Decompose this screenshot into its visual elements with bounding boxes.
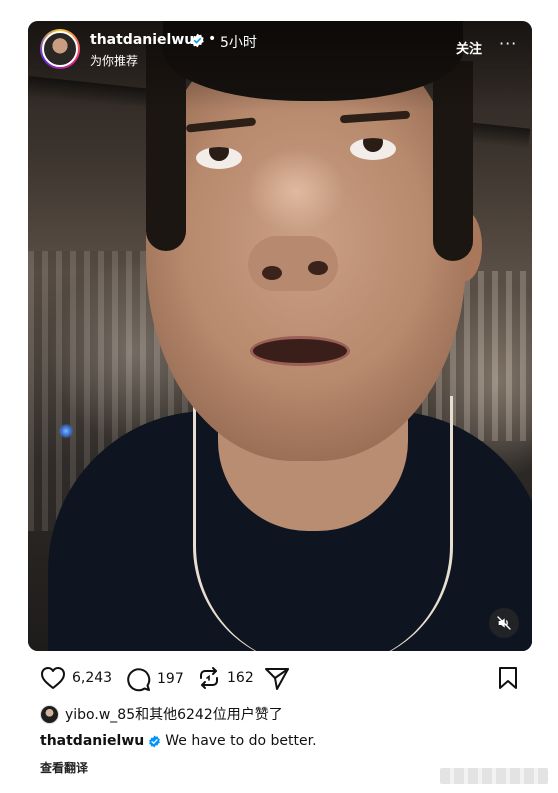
- subject-mouth: [250, 336, 350, 366]
- mute-toggle-button[interactable]: [489, 608, 519, 638]
- more-options-icon[interactable]: ···: [499, 34, 517, 53]
- share-button[interactable]: [264, 666, 290, 692]
- caption-text: We have to do better.: [165, 733, 317, 749]
- profile-avatar-image: [42, 31, 78, 67]
- subject-eye-right: [350, 138, 396, 160]
- author-avatar[interactable]: [40, 29, 80, 69]
- see-translation-link[interactable]: 查看翻译: [40, 759, 88, 776]
- background-blue-light: [59, 424, 73, 438]
- subject-nostril-right: [308, 261, 328, 275]
- comment-button[interactable]: 197: [125, 666, 184, 692]
- save-button[interactable]: [497, 666, 519, 690]
- post-caption: thatdanielwu We have to do better.: [40, 733, 317, 749]
- likes-text: yibo.w_85和其他6242位用户赞了: [65, 704, 283, 724]
- repost-button[interactable]: 162: [197, 666, 254, 690]
- comment-count: 197: [157, 671, 184, 687]
- post-actions-bar: 6,243 197 162: [40, 666, 520, 692]
- watermark: [440, 768, 548, 784]
- verified-badge-icon: [191, 33, 204, 48]
- send-icon: [265, 668, 289, 690]
- likes-summary: yibo.w_85和其他6242位用户赞了: [40, 704, 283, 724]
- post-timestamp[interactable]: 5小时: [220, 32, 257, 52]
- repost-count: 162: [227, 670, 254, 686]
- author-username[interactable]: thatdanielwu: [90, 32, 194, 48]
- like-count: 6,243: [72, 670, 113, 686]
- meta-separator: •: [208, 31, 217, 47]
- repost-icon: [200, 667, 218, 689]
- speaker-muted-icon: [497, 616, 511, 630]
- recommendation-label: 为你推荐: [90, 54, 139, 68]
- likes-others-text[interactable]: 和其他6242位用户赞了: [135, 707, 283, 723]
- bookmark-icon: [499, 667, 517, 689]
- caption-username[interactable]: thatdanielwu: [40, 733, 144, 749]
- heart-icon: [41, 667, 65, 689]
- comment-bubble-icon: [127, 668, 151, 692]
- follow-button[interactable]: 关注: [456, 38, 482, 57]
- liker-avatar[interactable]: [40, 704, 59, 724]
- verified-badge-icon: [149, 735, 161, 747]
- liker-username[interactable]: yibo.w_85: [65, 707, 135, 723]
- post-media[interactable]: thatdanielwu • 5小时 为你推荐 关注 ···: [28, 21, 532, 651]
- subject-eye-left: [196, 147, 242, 169]
- subject-nostril-left: [262, 266, 282, 280]
- like-button[interactable]: 6,243: [40, 666, 112, 690]
